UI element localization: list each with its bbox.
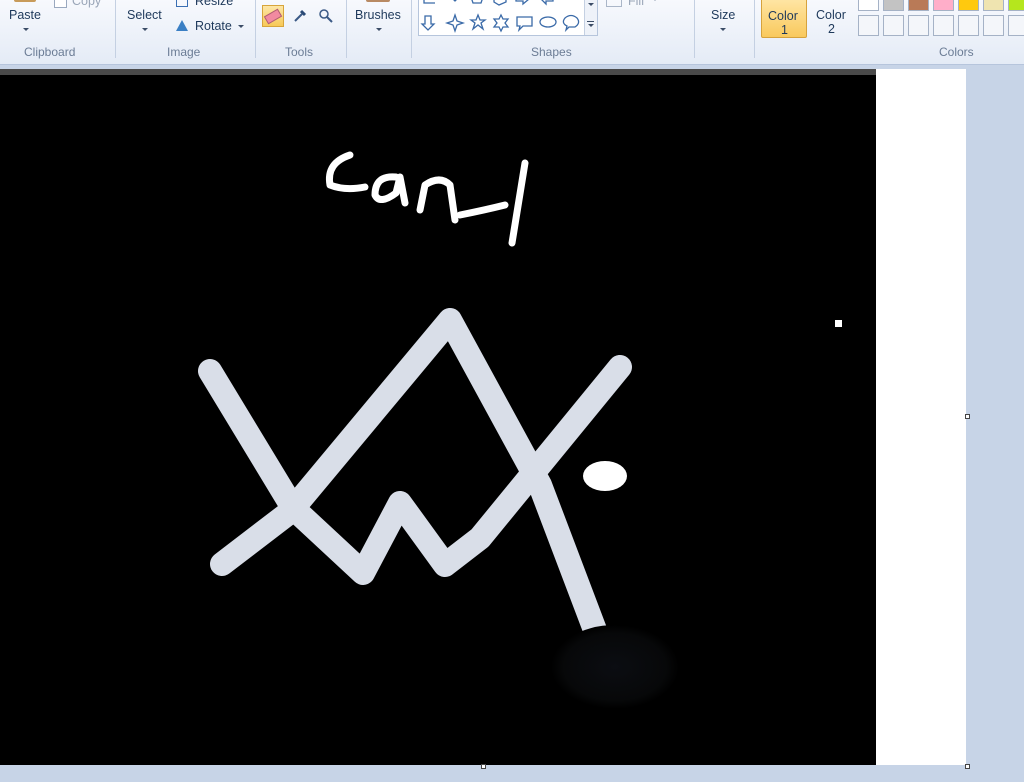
chevron-down-icon [652,0,658,1]
resize-icon [176,0,188,7]
color1-number: 1 [781,23,788,37]
magnifier-tool-button[interactable] [315,5,337,27]
brushes-label: Brushes [355,8,401,22]
group-separator [346,0,347,58]
shapes-scroll[interactable] [584,0,597,35]
color2-label: Color [816,8,846,22]
palette-color-swatch[interactable] [908,0,929,11]
rotate-button[interactable]: Rotate [174,18,246,34]
dark-smudge [551,625,679,709]
color2-button[interactable]: Color 2 [812,0,852,40]
group-separator [754,0,755,58]
resize-button[interactable]: Resize [174,0,234,8]
rotate-label: Rotate [195,19,232,33]
chevron-down-icon [588,24,594,27]
color-picker-tool-button[interactable] [289,5,311,27]
palette-empty-swatch[interactable] [858,15,879,36]
group-separator [694,0,695,58]
select-button[interactable]: Select [122,0,167,40]
chevron-down-icon [23,28,29,31]
palette-color-swatch[interactable] [958,0,979,11]
select-label: Select [127,8,162,22]
palette-color-swatch[interactable] [933,0,954,11]
magnifier-icon [319,9,333,23]
chevron-down-icon [720,28,726,31]
fill-button[interactable]: Fill [606,0,666,8]
shapes-gallery[interactable] [418,0,598,36]
palette-color-swatch[interactable] [983,0,1004,11]
group-separator [115,0,116,58]
paste-button[interactable]: Paste [4,0,46,40]
size-label: Size [711,8,736,22]
rotate-icon [176,20,188,31]
canvas-resize-handle-right[interactable] [965,414,970,419]
image-group-label: Image [167,45,201,59]
paste-icon [14,0,36,2]
shapes-icons [420,0,580,34]
copy-label: Copy [72,0,102,8]
copy-icon [54,0,67,8]
canvas-resize-handle-bottom[interactable] [481,764,486,769]
resize-label: Resize [195,0,234,8]
palette-empty-swatch[interactable] [908,15,929,36]
handwritten-text [325,151,529,247]
color1-label: Color [768,9,798,23]
ribbon: Paste Copy Clipboard Select Resize Rotat… [0,0,1024,65]
brushes-button[interactable]: Brushes [352,0,406,40]
chevron-down-icon [238,25,244,28]
chevron-down-icon [142,28,148,31]
eyedropper-icon [294,9,307,22]
colors-group-label: Colors [939,45,974,59]
paste-label: Paste [9,8,41,22]
color2-number: 2 [828,22,835,36]
palette-color-swatch[interactable] [1008,0,1024,11]
fill-icon [606,0,622,7]
canvas-white-area[interactable] [876,69,966,765]
eraser-tool-button[interactable] [262,5,284,27]
copy-button[interactable]: Copy [52,0,112,8]
palette-color-swatch[interactable] [883,0,904,11]
palette-empty-swatch[interactable] [883,15,904,36]
palette-color-swatch[interactable] [858,0,879,11]
group-separator [255,0,256,58]
chevron-down-icon [376,28,382,31]
group-separator [411,0,412,58]
clipboard-group-label: Clipboard [24,45,76,59]
fill-label: Fill [628,0,644,8]
shapes-group-label: Shapes [531,45,572,59]
white-dot [835,320,842,327]
canvas-drawing [198,151,842,709]
size-button[interactable]: Size [704,0,744,40]
white-blob [583,461,627,491]
palette-empty-swatch[interactable] [933,15,954,36]
eraser-icon [263,8,283,24]
color1-button[interactable]: Color 1 [761,0,807,38]
canvas-resize-handle-corner[interactable] [965,764,970,769]
brush-stroke [198,308,632,650]
more-shapes-icon [587,21,594,22]
palette-empty-swatch[interactable] [983,15,1004,36]
chevron-down-icon [588,3,594,6]
palette-empty-swatch[interactable] [958,15,979,36]
palette-empty-swatch[interactable] [1008,15,1024,36]
tools-group-label: Tools [285,45,314,59]
brush-icon [366,0,390,2]
